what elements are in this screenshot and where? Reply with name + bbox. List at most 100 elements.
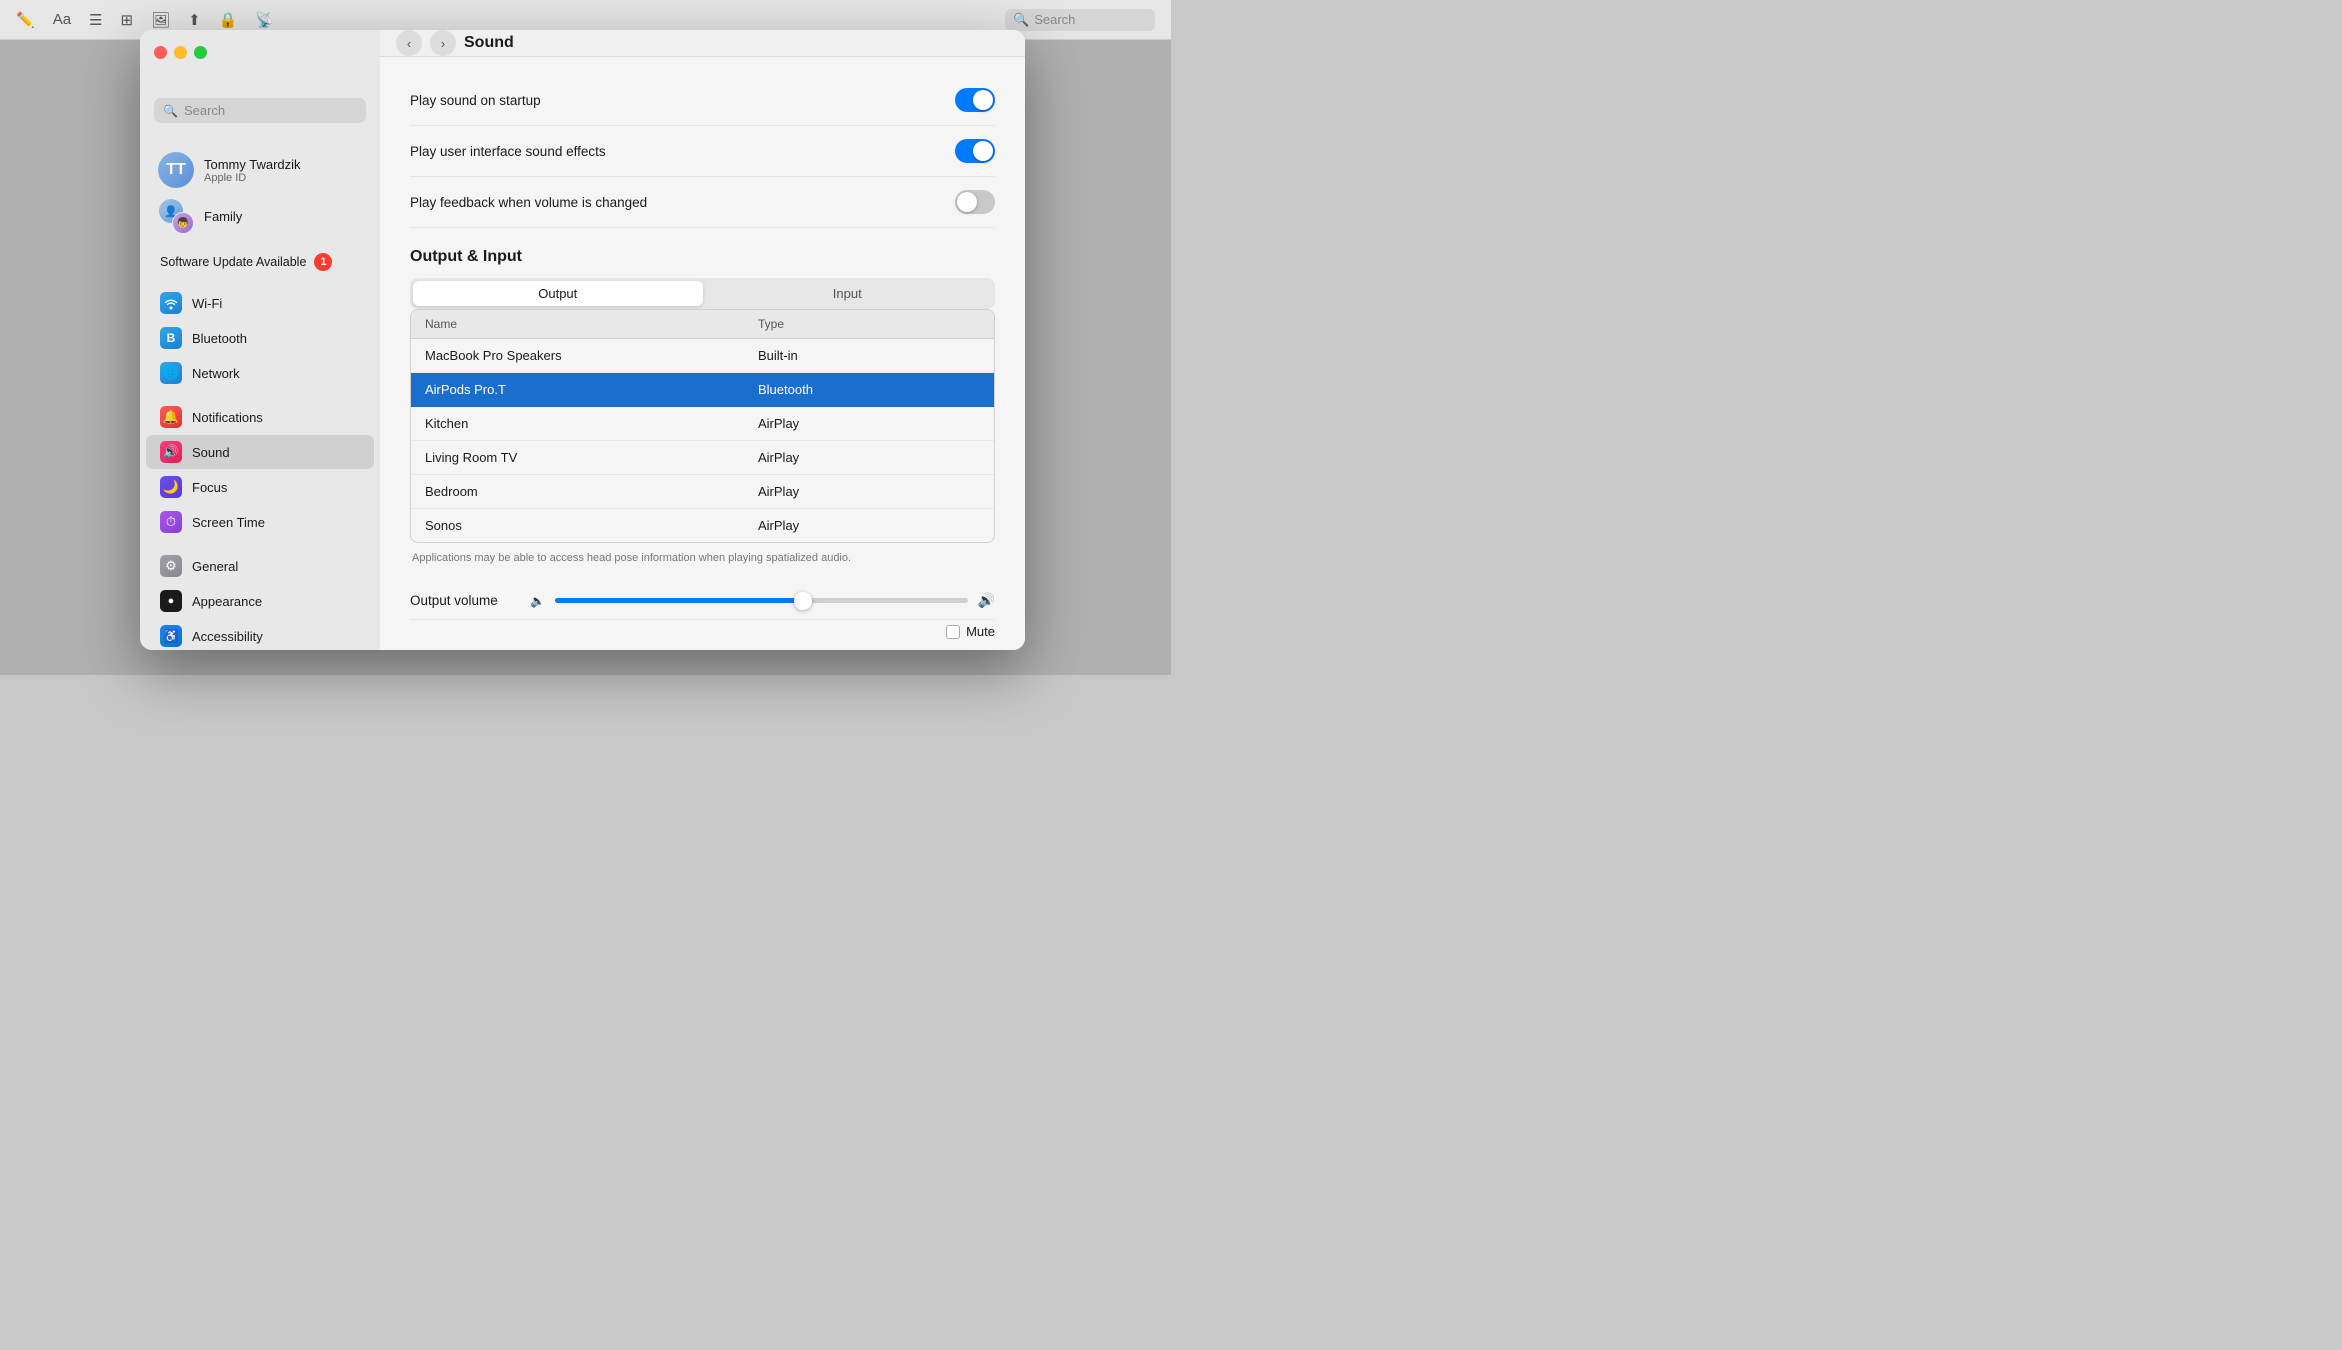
minimize-button[interactable]: [174, 46, 187, 59]
user-name: Tommy Twardzik: [204, 157, 301, 172]
system-preferences-window: 🔍 TT Tommy Twardzik Apple ID 👤 👦: [140, 30, 1025, 650]
topbar-search-label: Search: [1034, 12, 1075, 27]
col-type-header: Type: [758, 317, 980, 331]
font-icon[interactable]: Aa: [53, 11, 71, 28]
topbar-search[interactable]: 🔍 Search: [1005, 9, 1155, 31]
table-row[interactable]: Sonos AirPlay: [411, 509, 994, 542]
user-avatar: TT: [158, 152, 194, 188]
lock-icon[interactable]: 🔒: [219, 11, 238, 29]
sidebar-network-section: Wi-Fi B Bluetooth 🌐 Network: [140, 285, 380, 391]
table-row[interactable]: MacBook Pro Speakers Built-in: [411, 339, 994, 373]
tab-input[interactable]: Input: [703, 281, 993, 306]
sidebar-search-input[interactable]: [184, 103, 357, 118]
family-label: Family: [204, 209, 242, 224]
volume-min-icon: 🔈: [530, 594, 545, 608]
search-icon: 🔍: [163, 104, 178, 118]
col-name-header: Name: [425, 317, 758, 331]
network-icon: 🌐: [160, 362, 182, 384]
list-icon[interactable]: ☰: [89, 11, 102, 29]
sidebar-item-label: Sound: [192, 445, 230, 460]
startup-sound-toggle[interactable]: [955, 88, 995, 112]
output-volume-label: Output volume: [410, 593, 520, 608]
sidebar-item-notifications[interactable]: 🔔 Notifications: [146, 400, 374, 434]
airdrop-icon[interactable]: 📡: [255, 11, 274, 29]
spatialized-audio-disclaimer: Applications may be able to access head …: [410, 551, 995, 566]
close-button[interactable]: [154, 46, 167, 59]
device-name: AirPods Pro.T: [425, 382, 758, 397]
sidebar-item-label: Focus: [192, 480, 227, 495]
family-row[interactable]: 👤 👦 Family: [154, 193, 366, 239]
content-body: Play sound on startup Play user interfac…: [380, 57, 1025, 650]
sidebar-item-network[interactable]: 🌐 Network: [146, 356, 374, 390]
sidebar-item-appearance[interactable]: ● Appearance: [146, 584, 374, 618]
desktop: ✏️ Aa ☰ ⊞ 🖼 ⬆ 🔒 📡 🔍 Search: [0, 0, 1171, 675]
startup-sound-row: Play sound on startup: [410, 75, 995, 126]
output-volume-slider[interactable]: [555, 598, 968, 603]
forward-button[interactable]: ›: [430, 30, 456, 56]
sidebar-item-label: Network: [192, 366, 240, 381]
bluetooth-icon: B: [160, 327, 182, 349]
content-header: ‹ › Sound: [380, 30, 1025, 57]
table-row[interactable]: Kitchen AirPlay: [411, 407, 994, 441]
software-update-row[interactable]: Software Update Available 1: [146, 247, 374, 277]
sidebar-item-accessibility[interactable]: ♿ Accessibility: [146, 619, 374, 650]
tab-output[interactable]: Output: [413, 281, 703, 306]
update-badge: 1: [314, 253, 332, 271]
volume-feedback-toggle[interactable]: [955, 190, 995, 214]
sidebar-search[interactable]: 🔍: [154, 98, 366, 123]
table-row[interactable]: Bedroom AirPlay: [411, 475, 994, 509]
user-profile-row[interactable]: TT Tommy Twardzik Apple ID: [154, 147, 366, 193]
sidebar-item-general[interactable]: ⚙ General: [146, 549, 374, 583]
sidebar-item-focus[interactable]: 🌙 Focus: [146, 470, 374, 504]
grid-icon[interactable]: ⊞: [121, 11, 134, 29]
sidebar-item-sound[interactable]: 🔊 Sound: [146, 435, 374, 469]
traffic-lights: [154, 46, 207, 59]
update-label: Software Update Available: [160, 255, 306, 269]
ui-sounds-row: Play user interface sound effects: [410, 126, 995, 177]
sidebar-item-label: Notifications: [192, 410, 263, 425]
mute-checkbox[interactable]: [946, 625, 960, 639]
user-subtitle: Apple ID: [204, 172, 301, 184]
sidebar-item-label: Accessibility: [192, 629, 263, 644]
compose-icon[interactable]: ✏️: [16, 11, 35, 29]
user-section: TT Tommy Twardzik Apple ID 👤 👦 Family: [140, 143, 380, 247]
device-type: AirPlay: [758, 416, 980, 431]
user-info: Tommy Twardzik Apple ID: [204, 157, 301, 184]
wifi-icon: [160, 292, 182, 314]
sidebar-item-label: General: [192, 559, 238, 574]
volume-feedback-row: Play feedback when volume is changed: [410, 177, 995, 228]
sidebar-item-label: Bluetooth: [192, 331, 247, 346]
gallery-icon[interactable]: 🖼: [151, 11, 170, 29]
output-volume-row: Output volume 🔈 🔊: [410, 582, 995, 620]
table-row[interactable]: Living Room TV AirPlay: [411, 441, 994, 475]
audio-devices-table: Name Type MacBook Pro Speakers Built-in …: [410, 309, 995, 543]
device-name: MacBook Pro Speakers: [425, 348, 758, 363]
volume-feedback-label: Play feedback when volume is changed: [410, 195, 647, 210]
screentime-icon: ⏱: [160, 511, 182, 533]
ui-sounds-toggle[interactable]: [955, 139, 995, 163]
sidebar-item-screentime[interactable]: ⏱ Screen Time: [146, 505, 374, 539]
family-avatar: 👤 👦: [158, 198, 194, 234]
sidebar-item-label: Screen Time: [192, 515, 265, 530]
back-button[interactable]: ‹: [396, 30, 422, 56]
page-title: Sound: [464, 34, 514, 52]
output-input-section-title: Output & Input: [410, 248, 995, 266]
sidebar-item-bluetooth[interactable]: B Bluetooth: [146, 321, 374, 355]
notifications-icon: 🔔: [160, 406, 182, 428]
titlebar: [140, 30, 380, 74]
search-icon: 🔍: [1013, 12, 1029, 28]
table-header: Name Type: [411, 310, 994, 339]
appearance-icon: ●: [160, 590, 182, 612]
fullscreen-button[interactable]: [194, 46, 207, 59]
device-name: Kitchen: [425, 416, 758, 431]
table-row[interactable]: AirPods Pro.T Bluetooth: [411, 373, 994, 407]
sidebar-item-wifi[interactable]: Wi-Fi: [146, 286, 374, 320]
share-icon[interactable]: ⬆: [188, 11, 201, 29]
accessibility-icon: ♿: [160, 625, 182, 647]
sound-icon: 🔊: [160, 441, 182, 463]
device-type: AirPlay: [758, 518, 980, 533]
focus-icon: 🌙: [160, 476, 182, 498]
main-content: ‹ › Sound Play sound on startup Play use…: [380, 30, 1025, 650]
volume-max-icon: 🔊: [978, 592, 995, 609]
device-name: Bedroom: [425, 484, 758, 499]
